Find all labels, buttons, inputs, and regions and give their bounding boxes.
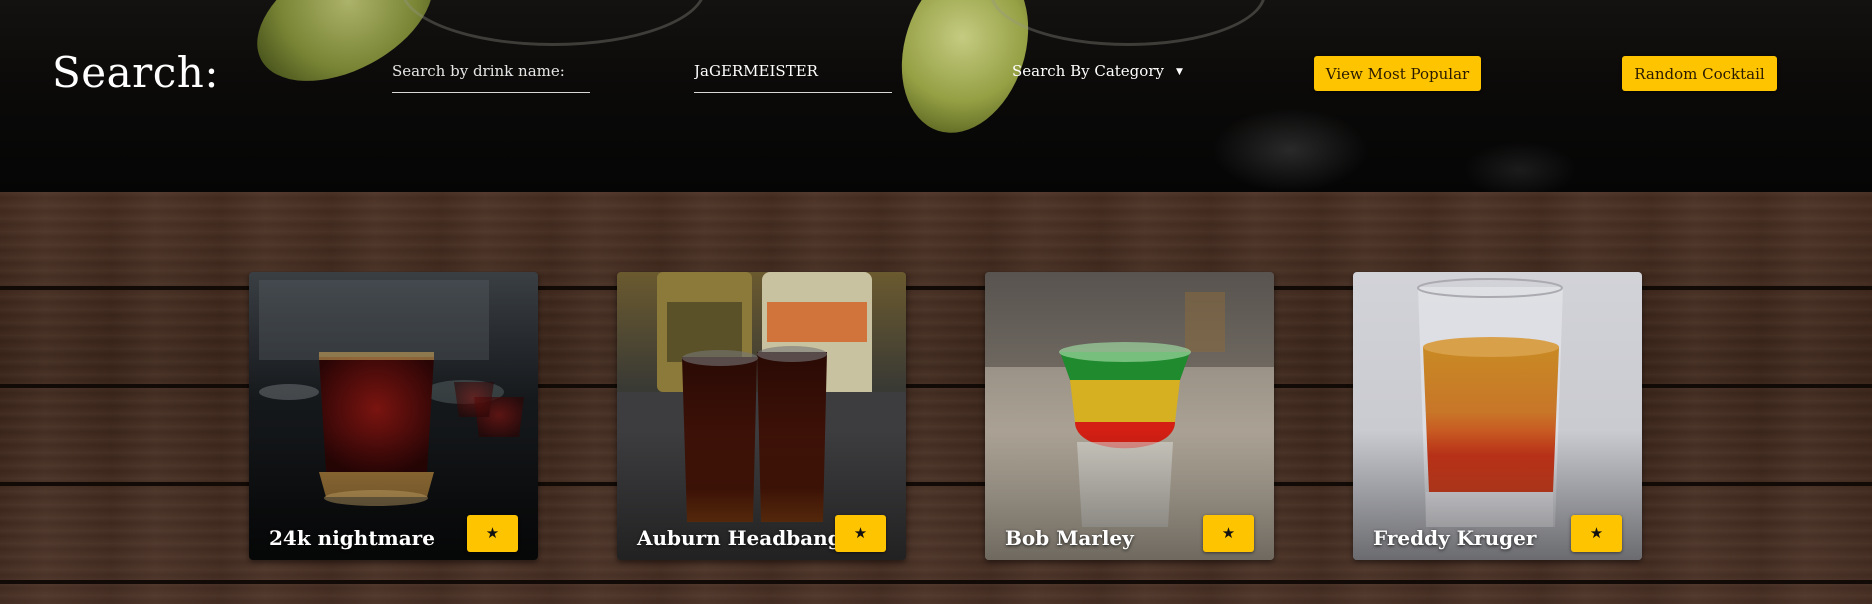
favorite-button[interactable]: ★ (1203, 515, 1254, 552)
ingredient-field (694, 60, 892, 93)
favorite-button[interactable]: ★ (467, 515, 518, 552)
drink-card[interactable]: Freddy Kruger ★ (1353, 272, 1642, 560)
star-icon: ★ (853, 525, 868, 542)
favorite-button[interactable]: ★ (1571, 515, 1622, 552)
drink-name: Auburn Headbanger (637, 526, 865, 550)
drink-card[interactable]: Auburn Headbanger ★ (617, 272, 906, 560)
glass-rim-background (990, 0, 1266, 46)
drink-name-input[interactable] (392, 60, 590, 80)
star-icon: ★ (1589, 525, 1604, 542)
caret-down-icon: ▼ (1175, 67, 1183, 77)
drink-name: Freddy Kruger (1373, 526, 1537, 550)
random-cocktail-button[interactable]: Random Cocktail (1622, 56, 1777, 91)
drink-name: 24k nightmare (269, 526, 435, 550)
view-most-popular-button[interactable]: View Most Popular (1314, 56, 1481, 91)
star-icon: ★ (485, 525, 500, 542)
drink-card[interactable]: 24k nightmare ★ (249, 272, 538, 560)
ingredient-input[interactable] (694, 60, 892, 80)
category-dropdown-label: Search By Category (1012, 62, 1164, 80)
search-title: Search: (52, 48, 219, 97)
search-header: Search: Search By Category ▼ View Most Po… (0, 0, 1872, 192)
star-icon: ★ (1221, 525, 1236, 542)
drink-name-field (392, 60, 590, 93)
glass-rim-background (400, 0, 706, 46)
category-dropdown[interactable]: Search By Category ▼ (1012, 62, 1183, 80)
drink-name: Bob Marley (1005, 526, 1134, 550)
drink-card[interactable]: Bob Marley ★ (985, 272, 1274, 560)
favorite-button[interactable]: ★ (835, 515, 886, 552)
